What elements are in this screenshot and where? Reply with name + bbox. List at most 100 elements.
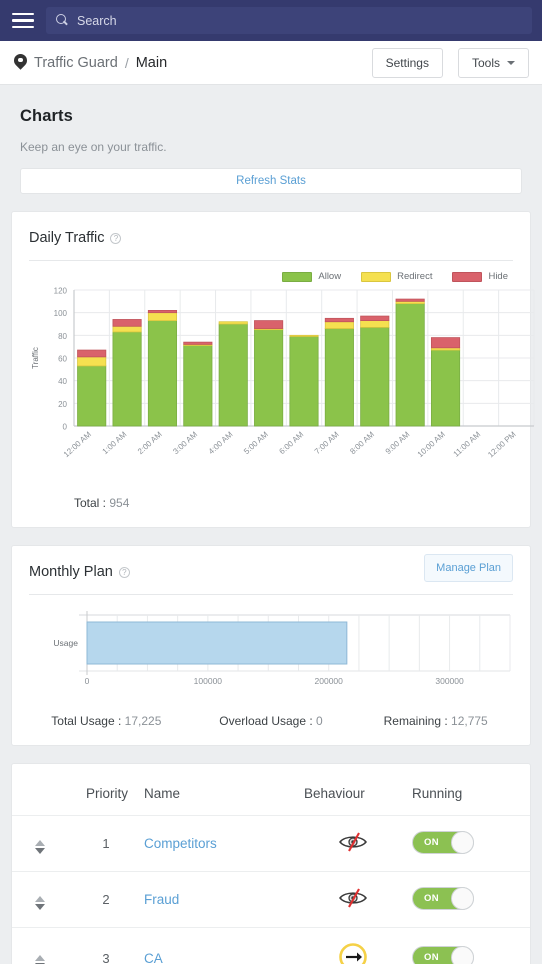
redirect-arrow-icon[interactable] <box>338 942 368 964</box>
drag-sort-icon[interactable] <box>35 954 45 964</box>
column-header-name[interactable]: Name <box>144 764 294 816</box>
total-value: 954 <box>109 496 130 510</box>
column-header-priority[interactable]: Priority <box>68 764 144 816</box>
running-toggle[interactable]: ON <box>412 945 474 964</box>
svg-text:7:00 AM: 7:00 AM <box>313 430 341 457</box>
svg-text:Usage: Usage <box>53 638 78 648</box>
row-priority-value: 3 <box>102 951 110 964</box>
drag-sort-icon[interactable] <box>35 895 45 910</box>
row-priority-cell: 2 <box>68 871 144 928</box>
breadcrumb-current: Main <box>135 54 168 71</box>
page-subtitle: Keep an eye on your traffic. <box>20 140 167 154</box>
stat-remaining: Remaining : 12,775 <box>353 714 518 728</box>
svg-text:100: 100 <box>54 309 68 318</box>
running-toggle[interactable]: ON <box>412 886 474 910</box>
legend-swatch-redirect <box>361 271 392 282</box>
rules-table-body: 1CompetitorsON2FraudON3CAON4ON <box>12 815 530 964</box>
monthly-plan-title: Monthly Plan ? <box>29 564 130 580</box>
running-toggle-label: ON <box>424 892 440 904</box>
daily-traffic-title-text: Daily Traffic <box>29 230 105 246</box>
column-header-behaviour[interactable]: Behaviour <box>294 764 412 816</box>
stat-total-usage-label: Total Usage : <box>51 714 122 728</box>
row-drag-handle-cell <box>12 815 68 872</box>
hide-eye-slash-icon[interactable] <box>336 886 370 913</box>
svg-text:2:00 AM: 2:00 AM <box>136 430 164 457</box>
toggle-knob <box>451 945 474 964</box>
row-priority-value: 2 <box>102 892 110 907</box>
svg-text:6:00 AM: 6:00 AM <box>277 430 305 457</box>
legend-label-redirect: Redirect <box>397 271 433 282</box>
monthly-plan-stats: Total Usage : 17,225 Overload Usage : 0 … <box>24 700 518 745</box>
page-body: Charts Keep an eye on your traffic. Refr… <box>0 85 542 964</box>
svg-text:9:00 AM: 9:00 AM <box>384 430 412 457</box>
drag-sort-icon[interactable] <box>35 839 45 854</box>
row-name-link[interactable]: Fraud <box>144 892 179 907</box>
running-toggle-label: ON <box>424 836 440 848</box>
tools-button-label: Tools <box>471 55 500 70</box>
tools-button[interactable]: Tools <box>457 47 529 78</box>
svg-text:10:00 AM: 10:00 AM <box>416 430 447 460</box>
svg-text:80: 80 <box>58 332 67 341</box>
row-running-cell: ON <box>412 815 530 872</box>
manage-plan-button[interactable]: Manage Plan <box>424 554 513 582</box>
row-running-cell: ON <box>412 871 530 928</box>
daily-traffic-title: Daily Traffic ? <box>29 230 122 246</box>
row-behaviour-cell <box>294 927 412 964</box>
legend-label-allow: Allow <box>318 271 342 282</box>
stat-overload-usage-label: Overload Usage : <box>219 714 313 728</box>
stat-remaining-value: 12,775 <box>451 714 488 728</box>
daily-traffic-card: Daily Traffic ? Allow Redirect Hide 0 20 4… <box>11 211 535 528</box>
hide-eye-slash-icon[interactable] <box>336 830 370 857</box>
svg-text:12:00 PM: 12:00 PM <box>486 430 518 460</box>
hamburger-menu-icon[interactable] <box>12 12 34 29</box>
table-header-row: Priority Name Behaviour Running <box>12 764 530 816</box>
legend-swatch-hide <box>452 271 483 282</box>
svg-text:0: 0 <box>63 423 68 432</box>
svg-text:100000: 100000 <box>194 676 223 686</box>
breadcrumb-separator: / <box>124 54 129 71</box>
svg-text:300000: 300000 <box>435 676 464 686</box>
row-name-link[interactable]: Competitors <box>144 836 217 851</box>
svg-text:1:00 AM: 1:00 AM <box>101 430 129 457</box>
location-pin-icon <box>14 54 27 71</box>
svg-text:120: 120 <box>54 287 68 296</box>
row-priority-value: 1 <box>102 836 110 851</box>
row-behaviour-cell <box>294 871 412 928</box>
breadcrumb-root[interactable]: Traffic Guard <box>34 55 118 71</box>
svg-text:0: 0 <box>85 676 90 686</box>
table-row[interactable]: 2 Fraud ON <box>12 871 530 928</box>
svg-text:4:00 AM: 4:00 AM <box>207 430 235 457</box>
svg-text:11:00 AM: 11:00 AM <box>452 430 483 459</box>
svg-text:3:00 AM: 3:00 AM <box>171 430 199 457</box>
stat-total-usage-value: 17,225 <box>124 714 162 728</box>
svg-text:200000: 200000 <box>315 676 344 686</box>
svg-text:Traffic: Traffic <box>31 347 40 369</box>
legend-label-hide: Hide <box>488 271 508 282</box>
stat-overload-usage: Overload Usage : 0 <box>189 714 354 728</box>
daily-traffic-total: Total : 954 <box>24 484 518 527</box>
row-name-cell: Competitors <box>144 815 294 872</box>
row-name-link[interactable]: CA <box>144 951 163 964</box>
refresh-stats-button[interactable]: Refresh Stats <box>20 168 522 194</box>
svg-text:40: 40 <box>58 377 67 386</box>
page-title: Charts <box>20 107 73 125</box>
table-row[interactable]: 3 CA ON <box>12 927 530 964</box>
monthly-plan-card: Monthly Plan ? Manage Plan Usage 0 100000 2… <box>11 545 531 746</box>
stat-remaining-label: Remaining : <box>383 714 448 728</box>
row-drag-handle-cell <box>12 927 68 964</box>
help-question-icon[interactable]: ? <box>118 566 130 578</box>
table-row[interactable]: 1 Competitors ON <box>12 815 530 872</box>
running-toggle[interactable]: ON <box>412 830 474 854</box>
stat-total-usage: Total Usage : 17,225 <box>24 714 189 728</box>
svg-text:5:00 AM: 5:00 AM <box>242 430 270 457</box>
search-input[interactable]: Search <box>46 7 532 34</box>
rules-table: Priority Name Behaviour Running 1 Competi… <box>12 764 530 964</box>
svg-text:60: 60 <box>58 355 67 364</box>
daily-traffic-title-row: Daily Traffic ? <box>12 212 530 247</box>
total-label: Total : <box>74 496 107 510</box>
column-header-running[interactable]: Running <box>412 764 530 816</box>
search-placeholder: Search <box>77 13 117 28</box>
settings-button[interactable]: Settings <box>371 47 443 78</box>
settings-button-label: Settings <box>385 55 429 70</box>
help-question-icon[interactable]: ? <box>110 232 122 244</box>
